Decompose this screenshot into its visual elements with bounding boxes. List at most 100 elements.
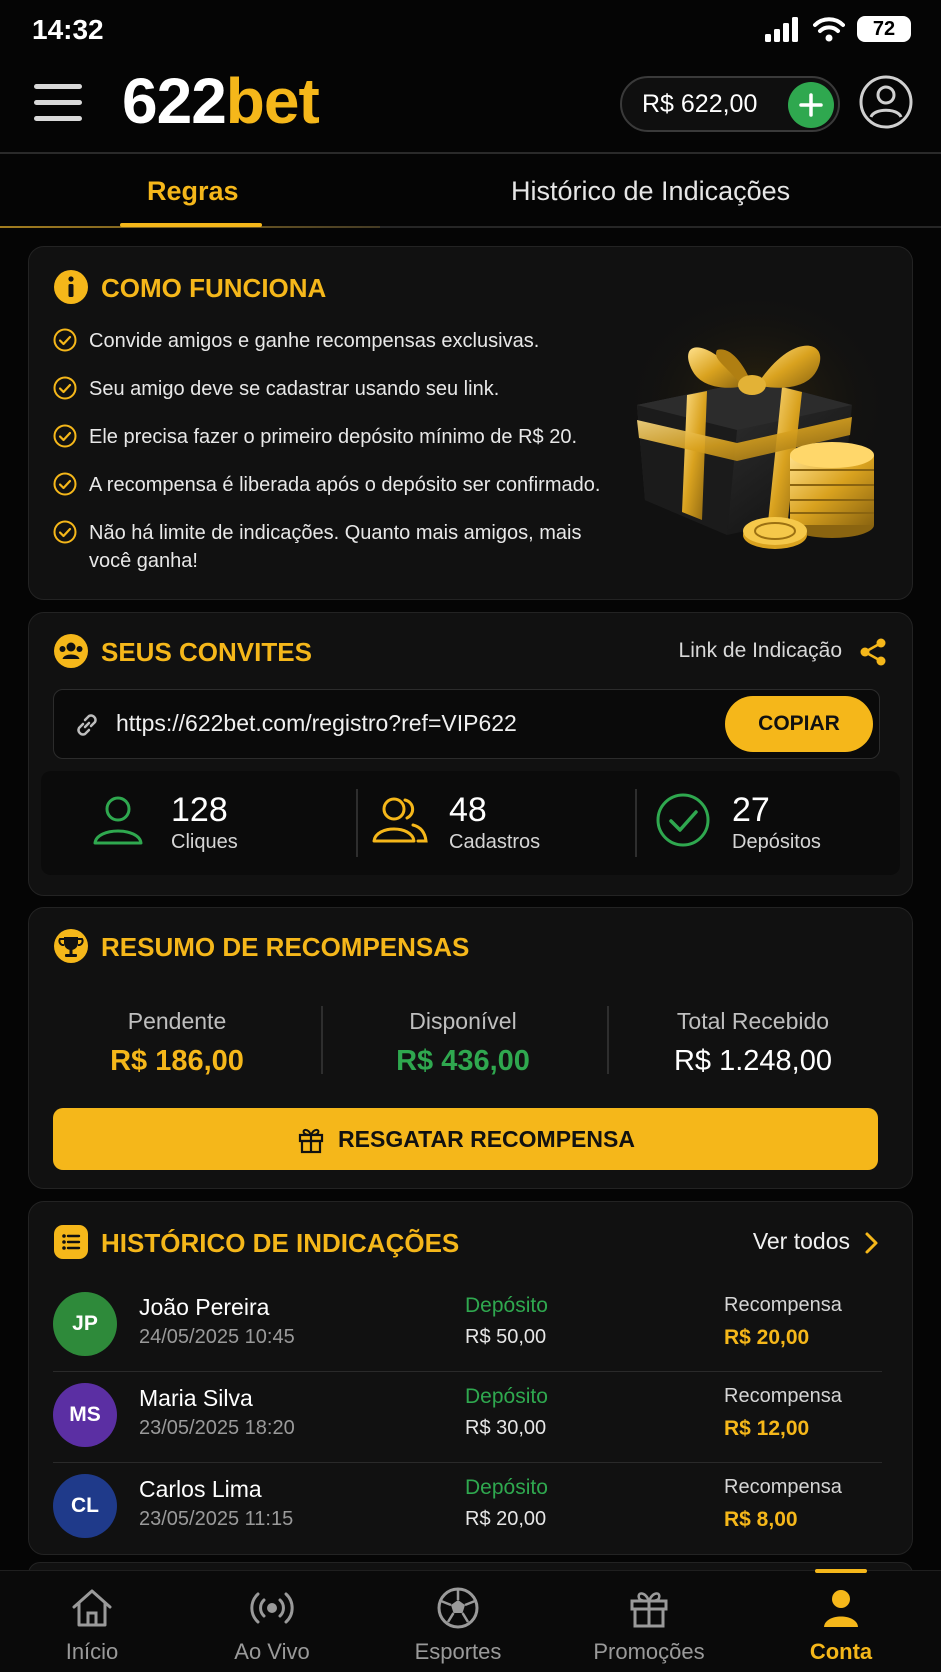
- tab-rules[interactable]: Regras: [147, 176, 239, 207]
- referral-avatar: MS: [53, 1383, 117, 1447]
- reward-value: R$ 20,00: [724, 1326, 810, 1349]
- stat-deposits: 27 Depósitos: [636, 771, 900, 875]
- profile-button[interactable]: [858, 74, 914, 130]
- trophy-icon: [54, 929, 88, 963]
- rule-text: Seu amigo deve se cadastrar usando seu l…: [89, 378, 500, 400]
- rule-item: Seu amigo deve se cadastrar usando seu l…: [53, 375, 613, 403]
- soccer-ball-icon: [437, 1587, 479, 1629]
- nav-item-home[interactable]: Início: [17, 1585, 167, 1665]
- referral-history-card: HISTÓRICO DE INDICAÇÕES Ver todos JP Joã…: [28, 1201, 913, 1555]
- rules-list: Convide amigos e ganhe recompensas exclu…: [53, 327, 613, 595]
- how-it-works-card: COMO FUNCIONA Convide amigos e ganhe rec…: [28, 246, 913, 600]
- referral-date: 23/05/2025 18:20: [139, 1417, 295, 1439]
- referral-avatar: CL: [53, 1474, 117, 1538]
- available-summary: Disponível R$ 436,00: [333, 1008, 593, 1078]
- rule-text: Convide amigos e ganhe recompensas exclu…: [89, 330, 540, 352]
- nav-label: Início: [65, 1639, 119, 1664]
- referral-row[interactable]: MS Maria Silva 23/05/2025 18:20 Depósito…: [53, 1373, 882, 1463]
- nav-item-sports[interactable]: Esportes: [383, 1585, 533, 1665]
- reward-value: R$ 12,00: [724, 1417, 810, 1440]
- bottom-navigation: Início Ao Vivo Esportes Promoções Conta: [0, 1569, 941, 1672]
- stat-value: 27: [732, 791, 770, 829]
- referral-amount: R$ 30,00: [465, 1417, 547, 1439]
- nav-active-indicator: [815, 1569, 867, 1573]
- balance-amount: R$ 622,00: [642, 89, 758, 118]
- link-icon: [77, 714, 97, 736]
- chevron-right-icon[interactable]: [860, 1230, 882, 1256]
- user-avatar-icon: [859, 75, 913, 129]
- logo[interactable]: 622bet: [122, 64, 320, 138]
- copy-button[interactable]: COPIAR: [725, 696, 873, 752]
- tab-referral-history[interactable]: Histórico de Indicações: [511, 176, 790, 207]
- stat-value: 48: [449, 791, 487, 829]
- live-icon: [250, 1592, 294, 1624]
- nav-label: Ao Vivo: [234, 1639, 310, 1664]
- referral-type: Depósito: [465, 1385, 548, 1408]
- referral-row[interactable]: CL Carlos Lima 23/05/2025 11:15 Depósito…: [53, 1464, 882, 1554]
- list-icon: [54, 1225, 88, 1259]
- invites-title: SEUS CONVITES: [101, 637, 312, 667]
- rule-item: A recompensa é liberada após o depósito …: [53, 471, 613, 499]
- pending-value: R$ 186,00: [110, 1045, 244, 1077]
- referral-url[interactable]: https://622bet.com/registro?ref=VIP622: [116, 710, 517, 737]
- wifi-icon: [813, 17, 845, 42]
- how-it-works-title: COMO FUNCIONA: [101, 273, 327, 303]
- nav-item-live[interactable]: Ao Vivo: [197, 1585, 347, 1665]
- rule-item: Não há limite de indicações. Quanto mais…: [53, 519, 613, 575]
- total-value: R$ 1.248,00: [673, 1045, 832, 1077]
- stat-clicks: 128 Cliques: [41, 771, 321, 875]
- gift-icon: [630, 1592, 668, 1628]
- check-circle-icon: [53, 376, 77, 400]
- referral-link-label[interactable]: Link de Indicação: [679, 639, 842, 663]
- pending-label: Pendente: [127, 1008, 227, 1034]
- menu-icon[interactable]: [34, 84, 82, 122]
- share-icon[interactable]: [858, 637, 888, 667]
- invite-stats: 128 Cliques 48 Cadastros 27 Depósitos: [41, 771, 900, 875]
- tab-active-indicator: [120, 223, 262, 227]
- see-all-link[interactable]: Ver todos: [753, 1228, 850, 1255]
- referral-history-title: HISTÓRICO DE INDICAÇÕES: [101, 1228, 460, 1258]
- nav-item-account[interactable]: Conta: [766, 1585, 916, 1665]
- stat-label: Cliques: [171, 831, 238, 853]
- referral-name: João Pereira: [139, 1294, 270, 1320]
- referral-link-field[interactable]: https://622bet.com/registro?ref=VIP622 C…: [53, 689, 880, 759]
- rule-text: A recompensa é liberada após o depósito …: [89, 474, 601, 496]
- user-icon: [93, 796, 143, 845]
- reward-value: R$ 8,00: [724, 1508, 798, 1531]
- referral-amount: R$ 20,00: [465, 1508, 547, 1530]
- redeem-reward-button[interactable]: RESGATAR RECOMPENSA: [53, 1108, 878, 1170]
- summary-divider: [321, 1006, 323, 1074]
- available-label: Disponível: [409, 1008, 517, 1034]
- plus-icon: [799, 93, 823, 117]
- info-icon: [54, 270, 88, 304]
- stat-signups: 48 Cadastros: [357, 771, 637, 875]
- users-icon: [372, 797, 428, 843]
- rule-text: Não há limite de indicações. Quanto mais…: [89, 522, 582, 572]
- gift-box-illustration: [622, 300, 892, 549]
- referral-type: Depósito: [465, 1294, 548, 1317]
- nav-label: Promoções: [593, 1639, 705, 1664]
- gift-icon: [298, 1128, 324, 1154]
- logo-number: 622: [122, 65, 227, 137]
- referral-name: Maria Silva: [139, 1385, 253, 1411]
- battery-indicator: 72: [857, 16, 911, 42]
- nav-label: Conta: [809, 1639, 873, 1664]
- stat-value: 128: [171, 791, 228, 829]
- deposit-button[interactable]: [788, 82, 834, 128]
- stat-label: Cadastros: [449, 831, 541, 853]
- reward-label: Recompensa: [724, 1294, 842, 1316]
- stat-label: Depósitos: [732, 831, 821, 853]
- nav-item-promotions[interactable]: Promoções: [574, 1585, 724, 1665]
- check-circle-icon: [656, 793, 710, 847]
- invites-card: SEUS CONVITES Link de Indicação https://…: [28, 612, 913, 896]
- reward-label: Recompensa: [724, 1476, 842, 1498]
- rewards-summary-card: RESUMO DE RECOMPENSAS Pendente R$ 186,00…: [28, 907, 913, 1189]
- check-circle-icon: [53, 472, 77, 496]
- referral-type: Depósito: [465, 1476, 548, 1499]
- rule-item: Convide amigos e ganhe recompensas exclu…: [53, 327, 613, 355]
- referral-row[interactable]: JP João Pereira 24/05/2025 10:45 Depósit…: [53, 1282, 882, 1372]
- signal-icon: [765, 17, 798, 42]
- referral-avatar: JP: [53, 1292, 117, 1356]
- referral-name: Carlos Lima: [139, 1476, 262, 1502]
- balance-pill[interactable]: R$ 622,00: [620, 76, 840, 132]
